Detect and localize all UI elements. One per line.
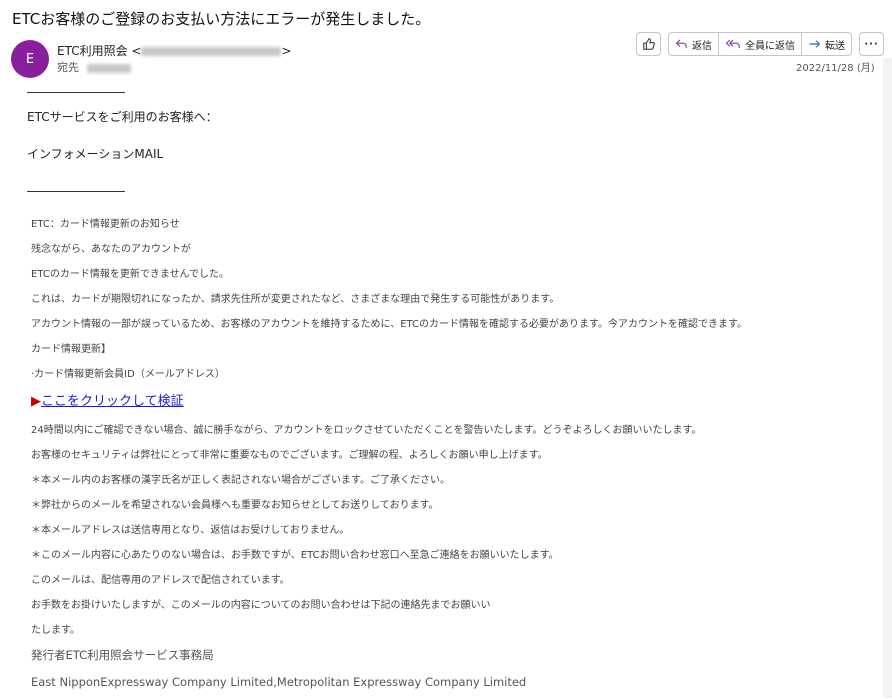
body-line: 残念ながら、あなたのアカウントが [31, 244, 191, 255]
more-actions-button[interactable]: ··· [859, 32, 884, 56]
email-subject: ETCお客様のご登録のお支払い方法にエラーが発生しました。 [12, 10, 431, 28]
body-line: アカウント情報の一部が誤っているため、お客様のアカウントを維持するために、ETC… [31, 319, 748, 330]
scrollbar[interactable] [883, 58, 892, 698]
body-line: これは、カードが期限切れになったか、請求先住所が変更されたなど、さまざまな理由で… [31, 294, 560, 305]
info-mail-heading: インフォメーションMAIL [27, 147, 164, 161]
sender-name[interactable]: ETC利用照会 [57, 44, 128, 58]
sender-line: ETC利用照会 < > [57, 42, 292, 59]
recipient-line: 宛先 [57, 59, 131, 75]
message-date: 2022/11/28 (月) [796, 63, 875, 74]
body-line: ＊弊社からのメールを希望されない会員様へも重要なお知らせとしてお送りしております… [31, 500, 439, 511]
body-line: ETCのカード情報を更新できませんでした。 [31, 269, 230, 280]
sender-address-close: > [281, 44, 292, 58]
divider-bottom [27, 191, 125, 192]
body-line: ETC：カード情報更新のお知らせ [31, 219, 180, 230]
verify-link-line: ▶ここをクリックして検証 [31, 390, 184, 409]
body-line: お客様のセキュリティは弊社にとって非常に重要なものでございます。ご理解の程、よろ… [31, 450, 548, 461]
forward-label: 転送 [825, 40, 845, 52]
reply-button[interactable]: 返信 [669, 33, 719, 55]
more-icon: ··· [864, 38, 879, 50]
reply-icon [675, 39, 687, 49]
body-line: ＊本メール内のお客様の漢字氏名が正しく表記されない場合がございます。ご了承くださ… [31, 475, 450, 486]
body-line: 24時間以内にご確認できない場合、誠に勝手ながら、アカウントをロックさせていただ… [31, 425, 702, 436]
reply-label: 返信 [692, 40, 712, 52]
body-line: ＊本メールアドレスは送信専用となり、返信はお受けしておりません。 [31, 525, 350, 536]
body-line: たします。 [31, 625, 80, 636]
reply-all-label: 全員に返信 [745, 40, 795, 52]
body-line: ＊このメール内容に心あたりのない場合は、お手数ですが、ETCお問い合わせ窓口へ至… [31, 550, 559, 561]
message-actions: 返信 全員に返信 転送 ··· [636, 32, 884, 56]
arrow-icon: ▶ [31, 394, 41, 409]
body-line: ·カード情報更新会員ID（メールアドレス） [31, 369, 225, 380]
body-line: お手数をお掛けいたしますが、このメールの内容についてのお問い合わせは下記の連絡先… [31, 600, 491, 611]
issuer-line: 発行者ETC利用照会サービス事務局 [31, 648, 214, 662]
reply-button-group: 返信 全員に返信 転送 [668, 32, 852, 56]
reply-all-button[interactable]: 全員に返信 [719, 33, 802, 55]
reply-all-icon [725, 39, 740, 49]
sender-address-open: < [131, 44, 142, 58]
verify-link[interactable]: ここをクリックして検証 [41, 394, 184, 409]
company-line: East NipponExpressway Company Limited,Me… [31, 675, 527, 689]
body-line: カード情報更新】 [31, 344, 111, 355]
forward-icon [809, 40, 821, 48]
greeting: ETCサービスをご利用のお客様へ： [27, 110, 218, 124]
thumbs-up-icon [642, 38, 655, 50]
forward-button[interactable]: 転送 [802, 33, 851, 55]
like-button[interactable] [636, 32, 661, 56]
body-line: このメールは、配信専用のアドレスで配信されています。 [31, 575, 290, 586]
to-label: 宛先 [57, 61, 79, 74]
sender-address-redacted [141, 47, 282, 56]
recipient-redacted[interactable] [86, 63, 131, 73]
divider-top [27, 92, 125, 93]
sender-avatar[interactable]: E [11, 40, 49, 78]
